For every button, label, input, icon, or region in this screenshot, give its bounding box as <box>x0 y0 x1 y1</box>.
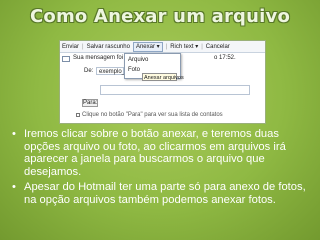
envelope-icon <box>62 56 70 62</box>
list-item: • Iremos clicar sobre o botão anexar, e … <box>12 128 308 178</box>
checkbox[interactable] <box>76 113 80 117</box>
status-message: Sua mensagem foi sa <box>73 55 132 61</box>
compose-toolbar: Enviar | Salvar rascunho Anexar ▾ | Rich… <box>60 41 265 53</box>
menu-item-arquivo[interactable]: Arquivo <box>128 57 148 63</box>
bullet-icon: • <box>12 181 16 194</box>
from-field[interactable]: exemplo_o <box>96 67 128 75</box>
toolbar-separator: | <box>165 43 168 50</box>
attach-button[interactable]: Anexar ▾ <box>132 41 163 52</box>
bullet-text: Apesar do Hotmail ter uma parte só para … <box>24 181 306 206</box>
status-time: o 17:52. <box>214 55 236 61</box>
toolbar-separator: | <box>201 43 203 50</box>
hotmail-compose-screenshot: Enviar | Salvar rascunho Anexar ▾ | Rich… <box>59 40 266 124</box>
cancel-button[interactable]: Cancelar <box>206 41 230 53</box>
save-draft-button[interactable]: Salvar rascunho <box>87 41 130 53</box>
rich-text-button[interactable]: Rich text ▾ <box>170 41 198 53</box>
contacts-hint: Clique no botão "Para" para ver sua list… <box>82 112 223 118</box>
bullet-icon: • <box>12 128 16 140</box>
menu-item-foto[interactable]: Foto <box>128 67 140 73</box>
toolbar-separator: | <box>82 43 84 50</box>
slide-title: Como Anexar um arquivo <box>29 6 291 27</box>
bullet-text: Iremos clicar sobre o botão anexar, e te… <box>24 128 286 178</box>
to-button[interactable]: Para: <box>82 99 98 107</box>
list-item: • Apesar do Hotmail ter uma parte só par… <box>12 181 308 206</box>
to-field[interactable] <box>100 85 250 95</box>
send-button[interactable]: Enviar <box>62 41 79 53</box>
from-label: De: <box>84 68 94 74</box>
bullet-list: • Iremos clicar sobre o botão anexar, e … <box>12 128 308 210</box>
attach-tooltip: Anexar arquivos <box>142 73 184 81</box>
